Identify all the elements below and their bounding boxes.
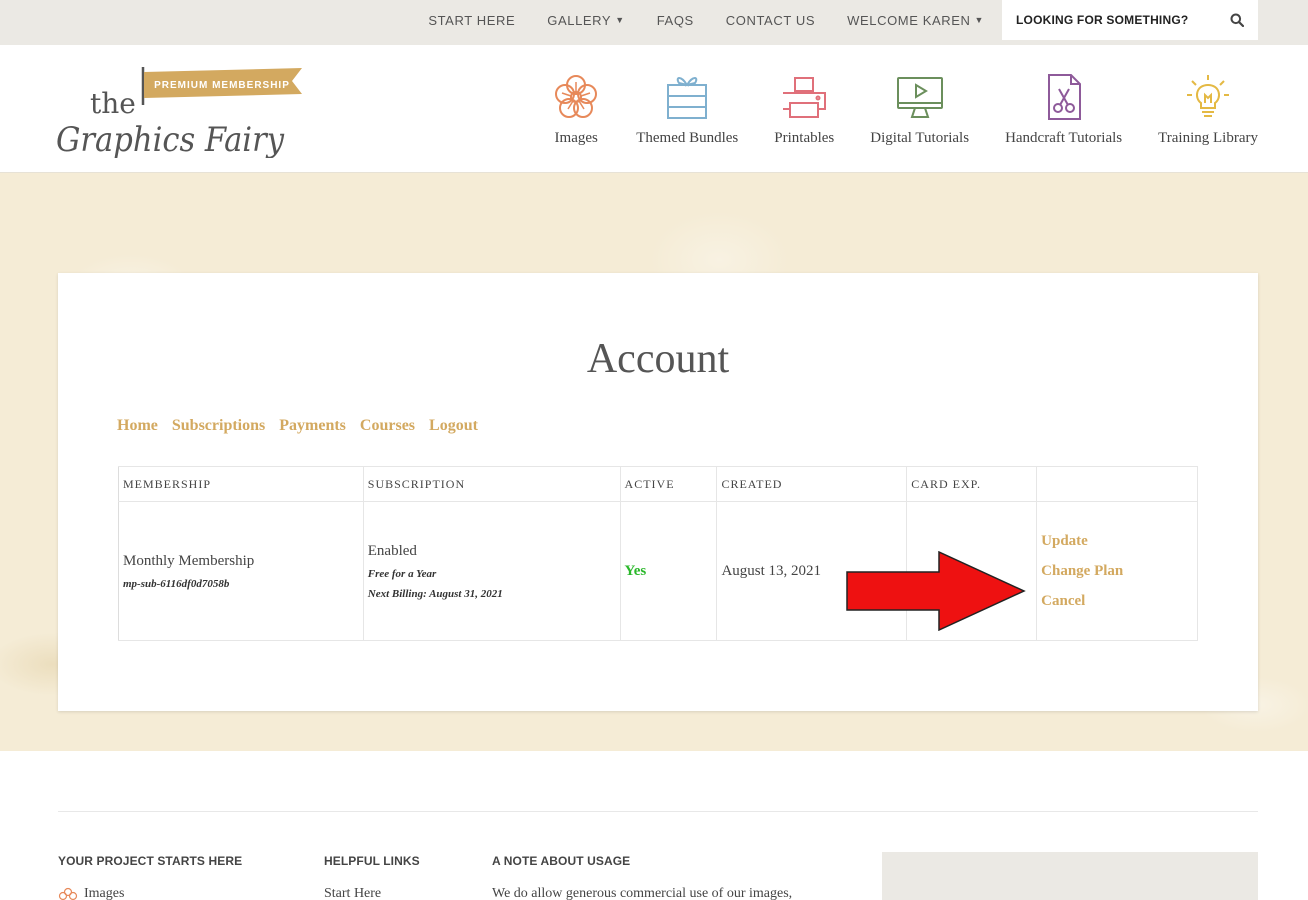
nav-start-here[interactable]: START HERE [428,13,515,28]
category-themed-bundles-label: Themed Bundles [636,130,739,146]
page-title: Account [586,336,730,382]
category-printables[interactable]: Printables [774,73,834,147]
scissors-doc-icon [1047,74,1081,120]
logo-word-the: the [90,87,136,120]
category-images-label: Images [554,130,598,146]
category-digital-tutorials[interactable]: Digital Tutorials [870,73,969,147]
footer-usage-text: We do allow generous commercial use of o… [492,886,792,900]
subscriptions-table: MEMBERSHIP SUBSCRIPTION ACTIVE CREATED C… [118,466,1198,641]
active-status: Yes [624,562,647,579]
footer-link-start-here[interactable]: Start Here [324,886,381,900]
subscription-note-next-billing: Next Billing: August 31, 2021 [367,587,503,600]
nav-contact-us-label: CONTACT US [725,12,816,28]
annotation-arrow-icon [846,551,1026,631]
search-input[interactable]: LOOKING FOR SOMETHING? [1002,0,1258,40]
created-date: August 13, 2021 [721,562,822,579]
search-icon[interactable] [1230,13,1244,27]
category-training-library-label: Training Library [1158,130,1258,146]
account-nav: Home Subscriptions Payments Courses Logo… [117,417,478,435]
account-nav-home[interactable]: Home [117,417,158,435]
hero-background: Account Home Subscriptions Payments Cour… [0,173,1308,751]
account-nav-subscriptions[interactable]: Subscriptions [172,417,265,435]
category-nav: Images Themed Bundles Printables Digital… [552,73,1258,147]
footer-divider [58,811,1258,812]
site-logo[interactable]: PREMIUM MEMBERSHIP the Graphics Fairy [56,63,306,158]
account-nav-logout[interactable]: Logout [429,417,478,435]
logo-banner-text: PREMIUM MEMBERSHIP [154,80,290,91]
subscription-status: Enabled [367,542,417,559]
site-header: PREMIUM MEMBERSHIP the Graphics Fairy Im… [0,45,1308,173]
column-header-subscription: SUBSCRIPTION [362,466,621,502]
footer-link-images-label: Images [84,886,125,900]
footer-link-start-here-label: Start Here [324,886,382,900]
nav-faqs-label: FAQS [656,12,694,28]
chevron-down-icon: ▼ [615,15,625,25]
logo-word-name: Graphics Fairy [56,120,285,158]
category-training-library[interactable]: Training Library [1158,73,1258,147]
column-header-active: ACTIVE [619,466,718,502]
table-row: Monthly Membership mp-sub-6116df0d7058b … [118,501,1198,641]
monitor-play-icon [896,77,943,118]
update-link[interactable]: Update [1041,533,1193,550]
nav-welcome-user-label: WELCOME KAREN [847,12,971,28]
account-nav-courses[interactable]: Courses [360,417,415,435]
nav-faqs[interactable]: FAQS [657,13,694,28]
lightbulb-icon [1187,75,1230,117]
category-digital-tutorials-label: Digital Tutorials [870,130,970,146]
column-header-created: CREATED [716,466,908,502]
flower-icon [555,75,598,118]
nav-contact-us[interactable]: CONTACT US [726,13,815,28]
cell-subscription: Enabled Free for a Year Next Billing: Au… [362,501,621,641]
nav-gallery[interactable]: GALLERY ▼ [547,13,624,28]
top-bar: START HERE GALLERY ▼ FAQS CONTACT US WELC… [0,0,1308,45]
search-placeholder: LOOKING FOR SOMETHING? [1016,13,1189,27]
nav-start-here-label: START HERE [428,12,516,28]
top-nav: START HERE GALLERY ▼ FAQS CONTACT US WELC… [428,0,984,40]
column-header-membership: MEMBERSHIP [118,466,364,502]
column-header-card-exp: CARD EXP. [906,466,1038,502]
membership-name: Monthly Membership [123,552,255,569]
cell-membership: Monthly Membership mp-sub-6116df0d7058b [118,501,364,641]
cell-actions: Update Change Plan Cancel [1036,501,1198,641]
account-nav-payments[interactable]: Payments [279,417,346,435]
gift-box-icon [667,77,708,119]
table-header-row: MEMBERSHIP SUBSCRIPTION ACTIVE CREATED C… [118,466,1198,502]
category-images[interactable]: Images [552,73,600,147]
category-handcraft-tutorials[interactable]: Handcraft Tutorials [1005,73,1122,147]
printer-icon [783,77,827,118]
column-header-actions [1036,466,1198,502]
chevron-down-icon: ▼ [974,15,984,25]
category-printables-label: Printables [774,130,835,146]
subscription-id: mp-sub-6116df0d7058b [123,577,230,590]
cancel-link[interactable]: Cancel [1041,593,1193,610]
nav-gallery-label: GALLERY [547,12,612,28]
category-handcraft-tutorials-label: Handcraft Tutorials [1005,130,1123,146]
footer-newsletter-box [882,852,1258,900]
footer-usage-text-content: We do allow generous commercial use of o… [492,886,793,900]
account-card: Account Home Subscriptions Payments Cour… [58,273,1258,711]
nav-welcome-user[interactable]: WELCOME KAREN ▼ [847,13,984,28]
footer-link-images[interactable]: Images [58,886,124,900]
footer-heading-usage: A NOTE ABOUT USAGE [492,854,631,868]
footer-heading-helpful: HELPFUL LINKS [324,854,420,868]
subscription-note-free: Free for a Year [367,567,437,580]
flower-icon [58,887,78,900]
footer-heading-project: YOUR PROJECT STARTS HERE [58,854,243,868]
change-plan-link[interactable]: Change Plan [1041,563,1193,580]
cell-active: Yes [619,501,718,641]
category-themed-bundles[interactable]: Themed Bundles [636,73,738,147]
